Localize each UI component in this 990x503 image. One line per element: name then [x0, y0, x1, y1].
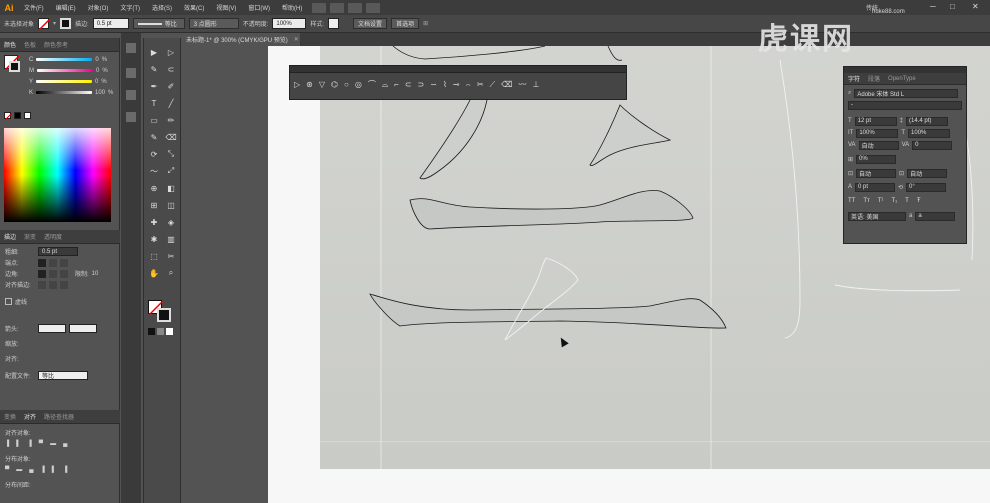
top-right-hook	[607, 45, 623, 61]
language-select[interactable]: 英语: 美国	[848, 211, 906, 221]
baseline-row: A 0 pt ⟲ 0°	[844, 181, 966, 193]
all-caps-icon[interactable]: TT	[848, 198, 855, 204]
underline-icon[interactable]: T	[905, 198, 909, 204]
size-leading-row: T 12 pt ‡ (14.4 pt)	[844, 115, 966, 127]
fish-icon[interactable]: ⌬	[331, 80, 338, 89]
right-dot-stroke	[589, 104, 672, 167]
tsume-field[interactable]: 0%	[856, 154, 897, 164]
circle-dot-icon[interactable]: ◎	[355, 80, 362, 89]
baseline-field[interactable]: 0 pt	[855, 182, 896, 192]
text-style-buttons: TT Tт T¹ T₁ T Ŧ	[844, 195, 966, 207]
tsume-icon: ⊞	[848, 156, 854, 163]
tsume-row: ⊞ 0%	[844, 153, 966, 165]
horizontal-scale-icon: T	[901, 130, 906, 136]
tracking-icon: VA	[901, 142, 910, 148]
triangle-icon[interactable]: ▽	[319, 80, 325, 89]
kerning-field[interactable]: 自动	[858, 140, 899, 150]
divide-icon[interactable]: ⊥	[532, 80, 539, 89]
font-size-icon: T	[848, 118, 852, 124]
floating-panel-icons: ▷ ⊛ ▽ ⌬ ○ ◎ ⌒ ⌓ ⌐ ⊂ ⊃ ∽ ⌇ ⊸ ⌢ ✂ ⟋ ⌫ 〰 ⊥	[290, 73, 626, 96]
kerning-icon: VA	[848, 142, 856, 148]
tab-character[interactable]: 字符	[848, 74, 860, 83]
middle-horizontal-stroke	[409, 190, 694, 230]
curve-icon[interactable]: ⌒	[368, 79, 376, 90]
watermark-url: huke88.com	[872, 9, 905, 15]
bottom-horizontal-stroke	[369, 293, 727, 329]
baseline-icon: A	[848, 184, 853, 190]
floating-tools-panel: ▷ ⊛ ▽ ⌬ ○ ◎ ⌒ ⌓ ⌐ ⊂ ⊃ ∽ ⌇ ⊸ ⌢ ✂ ⟋ ⌫ 〰 ⊥	[289, 65, 627, 100]
font-style-row: -	[844, 99, 966, 111]
aki-right-field[interactable]: 自动	[907, 168, 948, 178]
watermark-logo: 虎课网	[758, 22, 854, 57]
bracket-icon[interactable]: ⌐	[394, 80, 399, 89]
aki-right-icon: ⊡	[899, 170, 905, 177]
knife-icon[interactable]: ⟋	[490, 80, 496, 90]
rotation-icon: ⟲	[898, 184, 904, 191]
connect-icon[interactable]: ⌇	[443, 80, 447, 89]
antialias-select[interactable]: a	[915, 211, 956, 221]
top-stroke-path	[392, 45, 546, 60]
left-dot-stroke	[419, 86, 488, 180]
small-caps-icon[interactable]: Tт	[863, 198, 869, 204]
superscript-icon[interactable]: T¹	[878, 198, 884, 204]
strikethrough-icon[interactable]: Ŧ	[917, 198, 921, 204]
leading-field[interactable]: (14.4 pt)	[906, 116, 949, 126]
tracking-field[interactable]: 0	[912, 140, 953, 150]
ghost-vertical-left	[779, 59, 801, 339]
character-panel: 字符 段落 OpenType ⌕ Adobe 宋体 Std L - T 12 p…	[843, 66, 967, 244]
vertical-scale-icon: IT	[848, 130, 854, 136]
scale-row: IT 100% T 100%	[844, 127, 966, 139]
lasso-icon[interactable]: ⊂	[405, 80, 412, 89]
antialias-icon: a	[909, 213, 913, 219]
arc-icon[interactable]: ⌓	[382, 80, 388, 90]
leading-icon: ‡	[899, 118, 904, 124]
ghost-bottom-line	[834, 284, 961, 292]
font-family-row: ⌕ Adobe 宋体 Std L	[844, 87, 966, 99]
guide-ghost-stroke	[504, 257, 579, 341]
subscript-icon[interactable]: T₁	[891, 198, 897, 204]
rotation-field[interactable]: 0°	[906, 182, 947, 192]
aki-left-icon: ⊡	[848, 170, 854, 177]
font-style-select[interactable]: -	[848, 100, 962, 110]
shape-icon[interactable]: ⊛	[306, 80, 313, 89]
horizontal-scale-field[interactable]: 100%	[908, 128, 951, 138]
vertical-scale-field[interactable]: 100%	[856, 128, 899, 138]
language-row: 英语: 美国 a a	[844, 210, 966, 222]
link-icon[interactable]: ⊃	[418, 80, 425, 89]
kerning-row: VA 自动 VA 0	[844, 139, 966, 151]
curve-up-icon[interactable]: ⌢	[466, 80, 471, 90]
character-panel-tabs: 字符 段落 OpenType	[844, 73, 966, 85]
search-icon: ⌕	[848, 89, 852, 96]
eraser-icon[interactable]: ⌫	[501, 80, 512, 89]
circle-icon[interactable]: ○	[344, 80, 349, 89]
smooth-icon[interactable]: 〰	[518, 79, 526, 90]
aki-left-field[interactable]: 自动	[856, 168, 897, 178]
floating-panel-header[interactable]	[290, 66, 626, 73]
arrow-icon[interactable]: ▷	[294, 80, 300, 89]
path-icon[interactable]: ∽	[430, 80, 437, 89]
tab-opentype[interactable]: OpenType	[888, 76, 916, 82]
node-icon[interactable]: ⊸	[453, 80, 460, 89]
font-family-select[interactable]: Adobe 宋体 Std L	[854, 88, 959, 98]
scissors-icon[interactable]: ✂	[477, 80, 484, 89]
font-size-field[interactable]: 12 pt	[854, 116, 897, 126]
tab-paragraph[interactable]: 段落	[868, 74, 880, 83]
aki-row: ⊡ 自动 ⊡ 自动	[844, 167, 966, 179]
